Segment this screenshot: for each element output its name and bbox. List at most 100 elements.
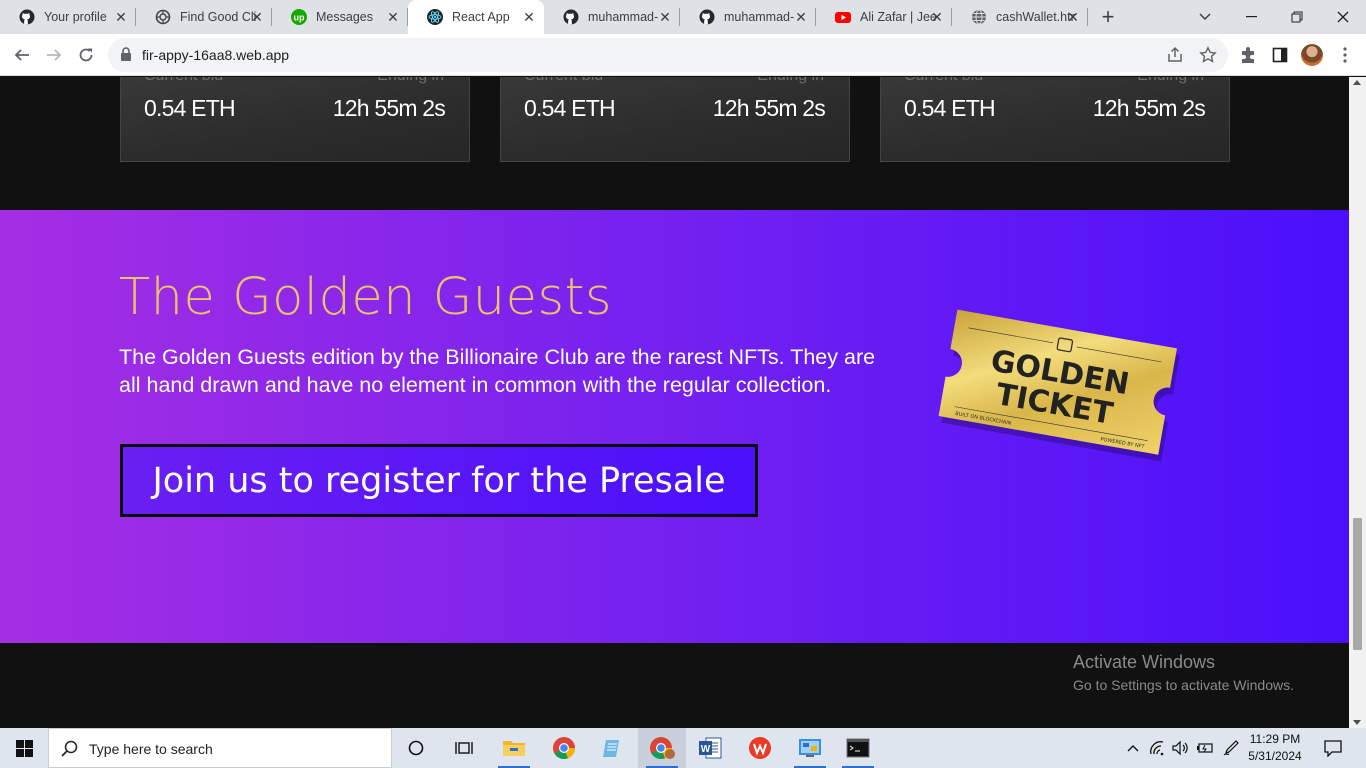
- lock-icon[interactable]: [120, 47, 132, 67]
- page-viewport: Current bid Ending in 0.54 ETH 12h 55m 2…: [0, 77, 1349, 728]
- close-tab-icon[interactable]: ✕: [250, 10, 264, 24]
- golden-guests-section: The Golden Guests The Golden Guests edit…: [0, 210, 1349, 643]
- task-view-icon[interactable]: [440, 728, 488, 768]
- tab-cashwallet[interactable]: cashWallet.htr ✕: [952, 0, 1088, 34]
- tab-strip: Your profile ✕ Find Good Cli ✕ up Messag…: [0, 0, 1366, 34]
- wps-office-icon[interactable]: [736, 728, 784, 768]
- search-placeholder: Type here to search: [89, 741, 213, 757]
- tab-title: React App: [452, 10, 510, 24]
- network-icon[interactable]: [1147, 728, 1169, 768]
- scroll-down-icon[interactable]: [1353, 720, 1361, 725]
- bid-price: 0.54 ETH: [904, 95, 996, 121]
- github-icon: [563, 9, 579, 25]
- countdown: 12h 55m 2s: [712, 95, 826, 121]
- svg-text:W: W: [701, 744, 711, 755]
- show-hidden-icons-chevron-icon[interactable]: [1122, 728, 1144, 768]
- tab-title: Find Good Cli: [180, 10, 257, 24]
- page-scrollbar[interactable]: [1349, 77, 1366, 728]
- volume-icon[interactable]: [1170, 728, 1192, 768]
- section-description: The Golden Guests edition by the Billion…: [119, 345, 876, 397]
- new-tab-button[interactable]: +: [1088, 0, 1128, 34]
- github-icon: [699, 9, 715, 25]
- globe-icon: [971, 9, 987, 25]
- countdown: 12h 55m 2s: [332, 95, 446, 121]
- close-tab-icon[interactable]: ✕: [794, 10, 808, 24]
- share-icon[interactable]: [1166, 46, 1184, 64]
- close-tab-icon[interactable]: ✕: [522, 10, 536, 24]
- close-window-icon[interactable]: [1320, 0, 1366, 34]
- notifications-icon[interactable]: [1318, 728, 1348, 768]
- address-bar[interactable]: fir-appy-16aa8.web.app: [108, 38, 1228, 72]
- watermark-title: Activate Windows: [1073, 652, 1216, 672]
- close-tab-icon[interactable]: ✕: [386, 10, 400, 24]
- back-icon[interactable]: [6, 39, 38, 71]
- close-tab-icon[interactable]: ✕: [658, 10, 672, 24]
- taskbar-clock[interactable]: 11:29 PM 5/31/2024: [1244, 731, 1306, 765]
- bookmark-star-icon[interactable]: [1199, 46, 1217, 64]
- file-explorer-icon[interactable]: [490, 728, 538, 768]
- restore-icon[interactable]: [1274, 0, 1320, 34]
- terminal-icon[interactable]: [834, 728, 882, 768]
- tab-github-1[interactable]: muhammad- ✕: [544, 0, 680, 34]
- scrollbar-thumb[interactable]: [1353, 518, 1362, 650]
- ending-label: Ending in: [757, 77, 824, 85]
- clock-time: 11:29 PM: [1249, 732, 1301, 746]
- word-icon[interactable]: W: [686, 728, 734, 768]
- youtube-icon: [835, 9, 851, 25]
- activate-windows-watermark: Activate Windows Go to Settings to activ…: [1073, 652, 1294, 693]
- auction-card[interactable]: Current bid Ending in 0.54 ETH 12h 55m 2…: [120, 77, 470, 162]
- tab-github-2[interactable]: muhammad- ✕: [680, 0, 816, 34]
- close-tab-icon[interactable]: ✕: [930, 10, 944, 24]
- minimize-icon[interactable]: [1228, 0, 1274, 34]
- menu-kebab-icon[interactable]: [1333, 43, 1357, 67]
- tab-title: cashWallet.htr: [996, 10, 1075, 24]
- forward-icon[interactable]: [38, 39, 70, 71]
- current-bid-label: Current bid: [904, 77, 983, 85]
- current-bid-label: Current bid: [524, 77, 603, 85]
- tab-your-profile[interactable]: Your profile ✕: [0, 0, 136, 34]
- close-tab-icon[interactable]: ✕: [114, 10, 128, 24]
- presale-register-button[interactable]: Join us to register for the Presale: [120, 444, 758, 517]
- tab-title: Messages: [316, 10, 373, 24]
- github-icon: [19, 9, 35, 25]
- auction-card[interactable]: Current bid Ending in 0.54 ETH 12h 55m 2…: [880, 77, 1230, 162]
- search-icon: [61, 740, 78, 762]
- react-icon: [427, 9, 443, 25]
- notepad-icon[interactable]: [588, 728, 636, 768]
- chrome-profile-icon[interactable]: [638, 728, 686, 768]
- cortana-icon[interactable]: [392, 728, 440, 768]
- tab-title: muhammad-: [588, 10, 659, 24]
- tab-youtube[interactable]: Ali Zafar | Jee ✕: [816, 0, 952, 34]
- tab-find-good-cli[interactable]: Find Good Cli ✕: [136, 0, 272, 34]
- chrome-icon[interactable]: [540, 728, 588, 768]
- watermark-subtitle: Go to Settings to activate Windows.: [1073, 677, 1294, 693]
- side-panel-icon[interactable]: [1268, 43, 1292, 67]
- control-panel-icon[interactable]: [786, 728, 834, 768]
- taskbar-search-input[interactable]: Type here to search: [48, 728, 392, 768]
- svg-text:up: up: [294, 13, 305, 23]
- close-tab-icon[interactable]: ✕: [1066, 10, 1080, 24]
- reload-icon[interactable]: [70, 39, 102, 71]
- tab-react-app[interactable]: React App ✕: [408, 0, 544, 34]
- upwork-icon: up: [291, 9, 307, 25]
- url-text: fir-appy-16aa8.web.app: [142, 47, 290, 63]
- browser-toolbar: fir-appy-16aa8.web.app: [0, 34, 1366, 76]
- auction-card[interactable]: Current bid Ending in 0.54 ETH 12h 55m 2…: [500, 77, 850, 162]
- bid-price: 0.54 ETH: [524, 95, 616, 121]
- scroll-up-icon[interactable]: [1353, 80, 1361, 85]
- tab-messages[interactable]: up Messages ✕: [272, 0, 408, 34]
- golden-ticket-image: GOLDEN TICKET BUILT ON BLOCKCHAIN POWERE…: [925, 290, 1190, 470]
- profile-avatar[interactable]: [1301, 44, 1323, 66]
- tab-search-icon[interactable]: [1188, 0, 1222, 34]
- ending-label: Ending in: [377, 77, 444, 85]
- ending-label: Ending in: [1137, 77, 1204, 85]
- pen-ink-icon[interactable]: [1220, 728, 1242, 768]
- openai-icon: [155, 9, 171, 25]
- battery-icon[interactable]: [1194, 728, 1216, 768]
- tab-title: muhammad-: [724, 10, 795, 24]
- countdown: 12h 55m 2s: [1092, 95, 1206, 121]
- windows-taskbar: Type here to search W 11:29 PM 5/31/2024: [0, 728, 1366, 768]
- extensions-icon[interactable]: [1236, 43, 1260, 67]
- windows-start-icon[interactable]: [0, 728, 48, 768]
- tab-title: Ali Zafar | Jee: [860, 10, 937, 24]
